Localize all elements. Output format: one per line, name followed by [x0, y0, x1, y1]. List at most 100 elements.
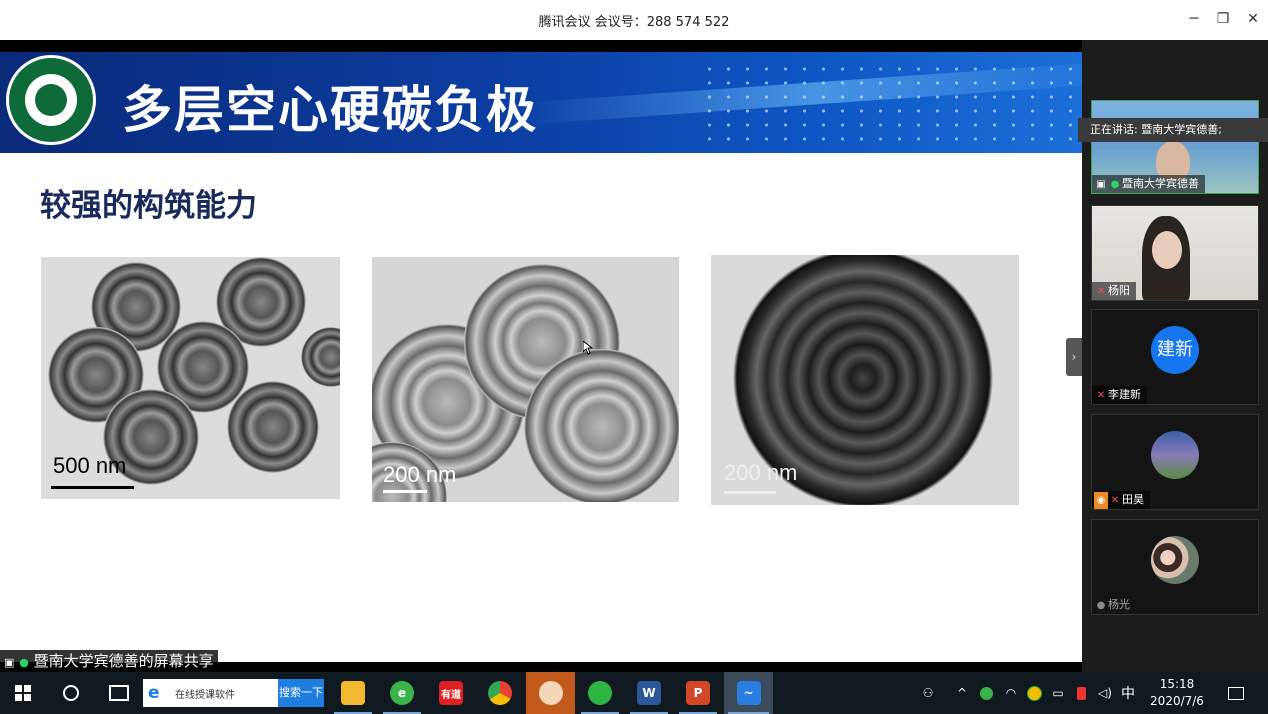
participant-nametag: ✕ 李建新 — [1092, 386, 1147, 404]
notifications-icon[interactable] — [1222, 672, 1250, 714]
task-view-icon — [109, 685, 129, 701]
participant-name: 李建新 — [1108, 388, 1141, 401]
people-icon[interactable]: ⚇ — [915, 672, 941, 714]
participant-avatar: 建新 — [1151, 326, 1199, 374]
scale-bar — [383, 490, 427, 493]
participant-video-face — [1152, 231, 1182, 269]
wifi-icon[interactable]: ◠ — [1000, 672, 1022, 714]
shared-slide: 1906 多层空心硬碳负极 较强的构筑能力 500 nm 200 nm 200 … — [0, 52, 1082, 662]
scale-label: 200 nm — [383, 462, 457, 487]
scale-bar — [724, 491, 776, 494]
ie-icon: e — [148, 683, 160, 703]
muted-mic-icon: ✕ — [1110, 495, 1120, 506]
youdao-icon: 有道 — [439, 681, 463, 705]
system-clock[interactable]: 15:18 2020/7/6 — [1140, 676, 1214, 710]
green-app-icon — [979, 686, 993, 700]
slide-subtitle: 较强的构筑能力 — [40, 188, 257, 224]
volume-icon[interactable]: ◁) — [1094, 672, 1116, 714]
participant-tile[interactable]: 建新 ✕ 李建新 — [1091, 309, 1259, 405]
taskbar-app-youdao[interactable]: 有道 — [428, 672, 474, 714]
window-title: 腾讯会议 会议号：288 574 522 — [538, 15, 730, 30]
participant-name: 田昊 — [1122, 493, 1144, 506]
slide-title: 多层空心硬碳负极 — [122, 81, 538, 139]
red-app-icon — [1076, 686, 1086, 700]
collapse-panel-button[interactable]: › — [1066, 338, 1082, 376]
taskbar-app-file-explorer[interactable] — [330, 672, 376, 714]
browser-icon: e — [390, 681, 414, 705]
maximize-button[interactable]: ❐ — [1212, 8, 1234, 30]
chrome-icon — [488, 681, 512, 705]
slide-banner: 1906 多层空心硬碳负极 — [0, 52, 1082, 153]
speaking-indicator: 正在讲话: 暨南大学宾德善; — [1078, 118, 1268, 142]
logo-emblem — [35, 84, 67, 116]
task-view-button[interactable] — [96, 672, 142, 714]
clock-time: 15:18 — [1159, 677, 1195, 691]
taskbar-app-avatar[interactable] — [526, 672, 575, 714]
tem-image-3: 200 nm — [711, 255, 1019, 505]
scale-bar — [51, 486, 134, 489]
scale-label: 200 nm — [724, 460, 798, 485]
screen-share-label: ▣ ● 暨南大学宾德善的屏幕共享 — [0, 650, 218, 672]
powerpoint-icon: P — [686, 681, 710, 705]
window-titlebar: 腾讯会议 会议号：288 574 522 ─ ❐ ✕ — [0, 0, 1268, 40]
meeting-content: 1906 多层空心硬碳负极 较强的构筑能力 500 nm 200 nm 200 … — [0, 40, 1268, 672]
muted-mic-icon: ✕ — [1096, 286, 1106, 297]
logo-year: 1906 — [40, 118, 62, 127]
participant-name: 杨阳 — [1108, 284, 1130, 297]
show-hidden-icons-button[interactable]: ^ — [952, 672, 972, 714]
scale-label: 500 nm — [53, 453, 127, 478]
browser-search-box[interactable]: e 在线授课软件 — [143, 679, 278, 707]
muted-mic-icon: ✕ — [1096, 390, 1106, 401]
windows-taskbar: e 在线授课软件 搜索一下 e 有道 W P ~ ⚇ ^ ◠ ▭ ◁) 中 15… — [0, 672, 1268, 714]
search-circle-icon — [63, 685, 79, 701]
screen-share-text: 暨南大学宾德善的屏幕共享 — [33, 652, 214, 670]
participant-nametag: ◉ ✕ 田昊 — [1092, 491, 1150, 509]
banner-sparkles — [700, 62, 1080, 142]
message-icon — [1228, 686, 1244, 700]
yellow-app-icon — [1026, 685, 1042, 701]
participant-avatar — [1151, 536, 1199, 584]
user-icon: ◉ — [1094, 492, 1108, 509]
tray-app-icon[interactable] — [1024, 672, 1044, 714]
participant-name: 暨南大学宾德善 — [1122, 177, 1199, 190]
taskbar-app-tencent-meeting[interactable]: ~ — [724, 672, 773, 714]
taskbar-app-chrome[interactable] — [477, 672, 523, 714]
taskbar-app-ie-green[interactable]: e — [379, 672, 425, 714]
word-icon: W — [637, 681, 661, 705]
participant-nametag: ▣ ● 暨南大学宾德善 — [1092, 175, 1205, 193]
windows-icon — [15, 685, 31, 701]
taskbar-app-powerpoint[interactable]: P — [675, 672, 721, 714]
tem-image-2: 200 nm — [372, 257, 679, 502]
tem-image-1: 500 nm — [41, 257, 340, 499]
mouse-pointer-icon — [583, 341, 593, 355]
screen-share-icon: ▣ — [4, 656, 15, 669]
search-input[interactable]: 在线授课软件 — [175, 686, 235, 701]
close-button[interactable]: ✕ — [1242, 8, 1264, 30]
taskbar-app-wechat[interactable] — [577, 672, 623, 714]
university-logo: 1906 — [6, 55, 96, 145]
microphone-icon: ● — [19, 656, 29, 669]
participant-nametag: ✕ 杨阳 — [1092, 282, 1136, 300]
cortana-button[interactable] — [48, 672, 94, 714]
input-method-indicator[interactable]: 中 — [1118, 672, 1138, 714]
avatar-app-icon — [538, 681, 563, 705]
folder-icon — [341, 681, 365, 705]
tray-app-icon[interactable] — [976, 672, 996, 714]
tencent-meeting-icon: ~ — [736, 681, 761, 705]
tray-app-icon[interactable] — [1071, 672, 1091, 714]
minimize-button[interactable]: ─ — [1183, 8, 1205, 30]
clock-date: 2020/7/6 — [1150, 694, 1204, 708]
screen-share-icon: ▣ — [1096, 179, 1106, 190]
microphone-icon: ● — [1110, 179, 1120, 190]
search-button[interactable]: 搜索一下 — [278, 679, 324, 707]
participant-nametag: ● 杨光 — [1092, 596, 1136, 614]
taskbar-app-word[interactable]: W — [626, 672, 672, 714]
battery-icon[interactable]: ▭ — [1047, 672, 1069, 714]
participant-tile[interactable]: ✕ 杨阳 — [1091, 205, 1259, 301]
start-button[interactable] — [0, 672, 46, 714]
participant-tile[interactable]: ● 杨光 — [1091, 519, 1259, 615]
participant-tile[interactable]: ◉ ✕ 田昊 — [1091, 414, 1259, 510]
participant-avatar — [1151, 431, 1199, 479]
participant-tile[interactable]: ▣ ● 暨南大学宾德善 — [1091, 100, 1259, 194]
participant-name: 杨光 — [1108, 598, 1130, 611]
